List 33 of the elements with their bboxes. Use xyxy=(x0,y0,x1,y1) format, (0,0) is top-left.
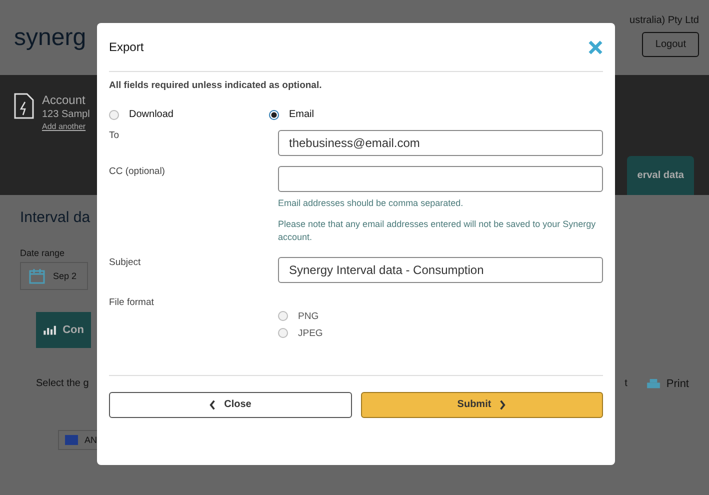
field-label: To xyxy=(109,130,120,143)
interval-data-tab[interactable]: erval data xyxy=(627,156,694,195)
field-label: Subject xyxy=(109,256,142,270)
date-range-label: Date range xyxy=(20,248,65,258)
chevron-right-icon xyxy=(499,400,506,410)
delivery-radio[interactable]: Download xyxy=(109,109,269,120)
dialog-title: Export xyxy=(109,40,144,54)
field-label: CC (optional) xyxy=(109,166,166,179)
submit-button[interactable]: Submit xyxy=(360,392,603,418)
company-name: ustralia) Pty Ltd xyxy=(630,14,699,26)
consumption-tab[interactable]: Con xyxy=(36,312,91,348)
document-icon xyxy=(14,93,34,119)
logo-text: synerg xyxy=(14,24,86,52)
delivery-radio[interactable]: Email xyxy=(269,109,429,120)
field-label: File format xyxy=(109,296,155,310)
format-radio[interactable]: PNG xyxy=(278,310,438,322)
add-account-link[interactable]: Add another xyxy=(42,122,90,131)
printer-icon xyxy=(647,378,660,390)
text-field[interactable] xyxy=(278,166,603,192)
hint-text: Email addresses should be comma separated. xyxy=(278,197,464,210)
required-note: All fields required unless indicated as optional. xyxy=(109,80,323,91)
close-icon[interactable] xyxy=(588,40,603,54)
calendar-icon xyxy=(29,268,45,284)
page-title: Interval da xyxy=(20,209,90,226)
text-field[interactable]: Synergy Interval data - Consumption xyxy=(278,256,603,282)
account-title: Account xyxy=(42,93,86,107)
hint-text: Please note that any email addresses entered will not be saved to your Synergy account. xyxy=(278,218,597,244)
close-button[interactable]: Close xyxy=(109,392,352,418)
format-radio[interactable]: JPEG xyxy=(278,328,438,338)
text-field[interactable]: thebusiness@email.com xyxy=(278,130,603,156)
instruction-text: Select the g xyxy=(36,378,89,390)
account-address: 123 Sampl xyxy=(42,109,90,120)
chevron-left-icon xyxy=(209,400,216,410)
